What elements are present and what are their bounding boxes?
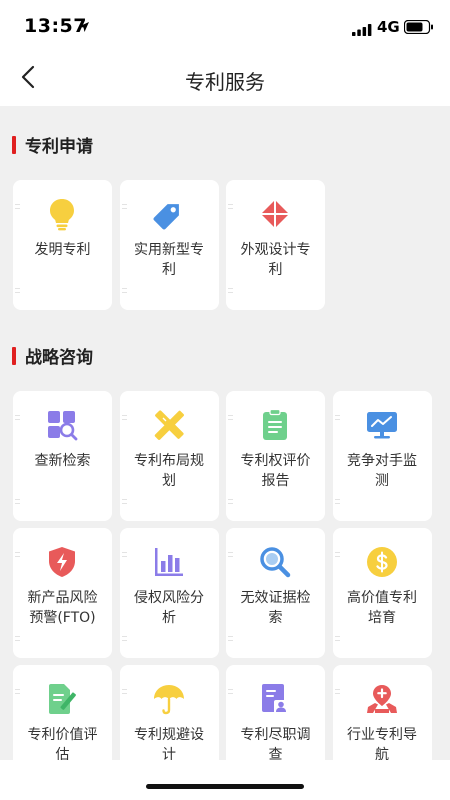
card-decoration (334, 550, 341, 560)
content-area: 专利申请 发明专利 实用新型专利 外观设计专利 战略咨询 查新检索 专利布局规划… (0, 106, 450, 800)
card-label: 专利规避设计 (134, 727, 204, 763)
card-decoration (121, 687, 128, 697)
card-novelty-search[interactable]: 查新检索 (13, 391, 112, 521)
card-label: 发明专利 (34, 242, 91, 258)
card-high-value-patent-cultivation[interactable]: 高价值专利培育 (332, 528, 432, 658)
home-indicator[interactable] (146, 784, 304, 789)
monitor-chart-icon (362, 405, 402, 445)
card-decoration (121, 413, 128, 423)
shield-bolt-icon (42, 542, 82, 582)
section-title-text: 专利申请 (25, 137, 93, 157)
location-arrow-icon (78, 18, 90, 37)
card-decoration (121, 550, 128, 560)
card-decoration (228, 687, 234, 697)
card-invalidation-evidence-search[interactable]: 无效证据检索 (226, 528, 325, 658)
card-invention-patent[interactable]: 发明专利 (13, 180, 112, 310)
section-title-patent-application: 专利申请 (12, 132, 93, 157)
card-decoration (334, 413, 341, 423)
card-decoration (334, 687, 341, 697)
id-card-icon (255, 679, 295, 719)
diamond-icon (255, 194, 295, 234)
card-label: 专利价值评估 (27, 727, 98, 763)
card-decoration (334, 497, 341, 507)
card-decoration (121, 634, 128, 644)
lightbulb-icon (42, 194, 82, 234)
signal-icon (352, 21, 372, 40)
document-edit-icon (42, 679, 82, 719)
section-accent-bar (12, 346, 16, 365)
page-title: 专利服务 (185, 70, 265, 94)
battery-icon (403, 19, 434, 38)
card-utility-model-patent[interactable]: 实用新型专利 (119, 180, 219, 310)
card-label: 高价值专利培育 (347, 590, 417, 626)
card-decoration (228, 497, 234, 507)
tag-icon (149, 194, 189, 234)
card-label: 行业专利导航 (347, 727, 417, 763)
card-decoration (15, 286, 21, 296)
card-label: 无效证据检索 (240, 590, 311, 626)
card-competitor-monitoring[interactable]: 竞争对手监测 (332, 391, 432, 521)
search-grid-icon (42, 405, 82, 445)
card-label: 专利布局规划 (134, 453, 204, 489)
card-label: 实用新型专利 (134, 242, 204, 278)
card-label: 侵权风险分析 (134, 590, 204, 626)
card-label: 外观设计专利 (240, 242, 311, 278)
card-decoration (15, 634, 21, 644)
section-accent-bar (12, 135, 16, 154)
card-decoration (228, 413, 234, 423)
bottom-bar (0, 760, 450, 800)
card-decoration (15, 413, 21, 423)
card-label: 新产品风险预警(FTO) (27, 590, 98, 626)
section-title-strategy-consulting: 战略咨询 (12, 343, 93, 368)
card-decoration (334, 634, 341, 644)
card-decoration (228, 202, 234, 212)
card-decoration (121, 497, 128, 507)
map-pin-icon (362, 679, 402, 719)
clipboard-icon (255, 405, 295, 445)
card-decoration (228, 634, 234, 644)
card-decoration (121, 202, 128, 212)
network-label: 4G (377, 18, 400, 36)
bar-chart-icon (149, 542, 189, 582)
card-label: 竞争对手监测 (347, 453, 417, 489)
card-patent-evaluation-report[interactable]: 专利权评价报告 (226, 391, 325, 521)
card-patent-layout-planning[interactable]: 专利布局规划 (119, 391, 219, 521)
card-design-patent[interactable]: 外观设计专利 (226, 180, 325, 310)
card-decoration (121, 286, 128, 296)
card-decoration (15, 550, 21, 560)
card-decoration (228, 286, 234, 296)
section-title-text: 战略咨询 (25, 348, 93, 368)
card-infringement-risk-analysis[interactable]: 侵权风险分析 (119, 528, 219, 658)
card-decoration (15, 497, 21, 507)
card-fto-warning[interactable]: 新产品风险预警(FTO) (13, 528, 112, 658)
card-label: 专利尽职调查 (240, 727, 311, 763)
umbrella-icon (149, 679, 189, 719)
pencil-ruler-icon (149, 405, 189, 445)
magnifier-icon (255, 542, 295, 582)
card-decoration (15, 202, 21, 212)
nav-bar: 专利服务 (0, 52, 450, 106)
card-label: 专利权评价报告 (240, 453, 311, 489)
card-label: 查新检索 (34, 453, 91, 469)
card-decoration (228, 550, 234, 560)
status-bar: 13:57 4G (0, 0, 450, 52)
card-decoration (15, 687, 21, 697)
dollar-coin-icon (362, 542, 402, 582)
